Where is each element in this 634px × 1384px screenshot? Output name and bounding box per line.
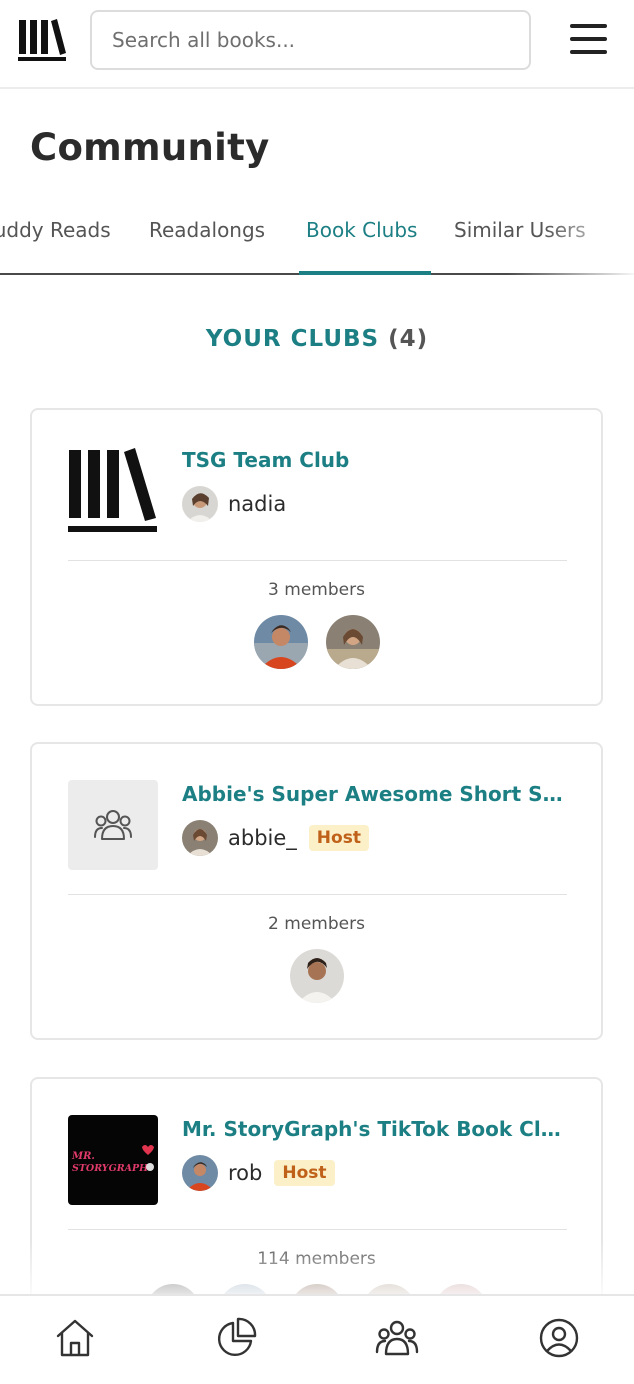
top-bar [0, 0, 634, 89]
bottom-nav [0, 1294, 634, 1384]
club-cover-placeholder[interactable] [68, 780, 158, 870]
active-tab-indicator [299, 271, 431, 275]
storygraph-logo[interactable] [18, 18, 68, 62]
search-input[interactable] [90, 10, 531, 70]
your-clubs-heading: YOUR CLUBS (4) [0, 326, 634, 352]
community-tabs: Buddy Reads Readalongs Book Clubs Simila… [0, 204, 634, 276]
stats-icon[interactable] [214, 1316, 258, 1360]
host-name[interactable]: rob [228, 1161, 262, 1185]
club-host: abbie_ Host [182, 820, 369, 856]
member-avatar[interactable] [325, 615, 380, 669]
club-card[interactable]: TSG Team Club nadia 3 members [30, 408, 603, 706]
tab-book-clubs[interactable]: Book Clubs [306, 218, 417, 242]
host-name[interactable]: abbie_ [228, 826, 297, 850]
tab-buddy-reads[interactable]: Buddy Reads [0, 218, 111, 242]
member-avatar[interactable] [289, 949, 344, 1003]
community-icon[interactable] [375, 1316, 419, 1360]
card-divider [68, 894, 567, 895]
members-count: 2 members [268, 914, 365, 934]
host-badge: Host [274, 1160, 335, 1186]
hamburger-menu-icon[interactable] [570, 24, 610, 56]
host-avatar[interactable] [182, 820, 218, 856]
club-cover-tiktok[interactable]: MR. STORYGRAPH [68, 1115, 158, 1205]
club-card[interactable]: Abbie's Super Awesome Short Stories Club… [30, 742, 603, 1040]
page-title: Community [30, 126, 270, 169]
club-host: nadia [182, 486, 286, 522]
club-title[interactable]: Abbie's Super Awesome Short Stories Club [182, 782, 572, 806]
cover-text-line-2: STORYGRAPH [72, 1163, 149, 1174]
host-name[interactable]: nadia [228, 492, 286, 516]
club-host: rob Host [182, 1155, 335, 1191]
host-avatar[interactable] [182, 486, 218, 522]
host-avatar[interactable] [182, 1155, 218, 1191]
cover-text-line-1: MR. [71, 1151, 95, 1162]
your-clubs-label: YOUR CLUBS [205, 326, 380, 352]
member-avatars [32, 949, 601, 1003]
card-divider [68, 560, 567, 561]
club-cover-storygraph-logo[interactable] [68, 446, 158, 536]
club-title[interactable]: TSG Team Club [182, 448, 572, 472]
tab-similar-users[interactable]: Similar Users [454, 218, 586, 242]
card-divider [68, 1229, 567, 1230]
profile-icon[interactable] [537, 1316, 581, 1360]
members-count: 114 members [257, 1249, 376, 1269]
member-avatar[interactable] [253, 615, 308, 669]
members-count: 3 members [268, 580, 365, 600]
home-icon[interactable] [53, 1316, 97, 1360]
group-icon [94, 810, 132, 840]
tab-readalongs[interactable]: Readalongs [149, 218, 265, 242]
your-clubs-count: (4) [388, 326, 429, 352]
host-badge: Host [308, 825, 369, 851]
member-avatars [32, 615, 601, 669]
club-title[interactable]: Mr. StoryGraph's TikTok Book Club! [182, 1117, 572, 1141]
